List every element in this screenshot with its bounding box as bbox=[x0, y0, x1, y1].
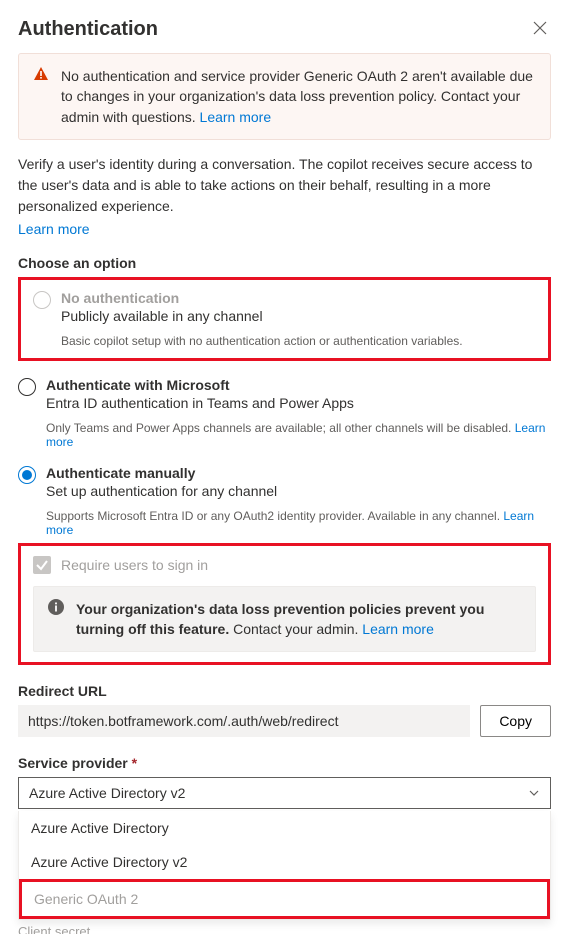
checkmark-icon bbox=[35, 558, 49, 572]
option-title: No authentication bbox=[61, 290, 536, 306]
service-provider-label: Service provider * bbox=[18, 755, 551, 771]
option-no-authentication[interactable]: No authentication Publicly available in … bbox=[33, 290, 536, 348]
option-no-authentication-highlight: No authentication Publicly available in … bbox=[18, 277, 551, 361]
info-learn-more-link[interactable]: Learn more bbox=[362, 621, 434, 637]
warning-icon bbox=[33, 66, 49, 127]
radio-authenticate-manually[interactable] bbox=[18, 466, 36, 484]
description-text: Verify a user's identity during a conver… bbox=[18, 156, 532, 214]
close-icon bbox=[533, 21, 547, 35]
option-authenticate-microsoft[interactable]: Authenticate with Microsoft Entra ID aut… bbox=[18, 377, 551, 449]
page-title: Authentication bbox=[18, 18, 158, 41]
alert-text: No authentication and service provider G… bbox=[61, 68, 533, 125]
info-rest-text: Contact your admin. bbox=[229, 621, 362, 637]
option-note: Only Teams and Power Apps channels are a… bbox=[46, 421, 515, 435]
copy-button[interactable]: Copy bbox=[480, 705, 551, 737]
dlp-warning-alert: No authentication and service provider G… bbox=[18, 53, 551, 140]
option-note: Basic copilot setup with no authenticati… bbox=[61, 334, 536, 348]
dlp-info-box: Your organization's data loss prevention… bbox=[33, 586, 536, 653]
option-subtitle: Set up authentication for any channel bbox=[46, 483, 551, 499]
description-learn-more-link[interactable]: Learn more bbox=[18, 221, 90, 237]
require-signin-highlight: Require users to sign in Your organizati… bbox=[18, 543, 551, 666]
redirect-url-input[interactable] bbox=[18, 705, 470, 737]
redirect-url-label: Redirect URL bbox=[18, 683, 551, 699]
option-note: Supports Microsoft Entra ID or any OAuth… bbox=[46, 509, 503, 523]
option-authenticate-manually[interactable]: Authenticate manually Set up authenticat… bbox=[18, 465, 551, 537]
option-subtitle: Publicly available in any channel bbox=[61, 308, 536, 324]
service-provider-select[interactable]: Azure Active Directory v2 bbox=[18, 777, 551, 809]
dropdown-item-aadv2[interactable]: Azure Active Directory v2 bbox=[19, 845, 550, 879]
service-provider-dropdown: Azure Active Directory Azure Active Dire… bbox=[18, 811, 551, 920]
alert-learn-more-link[interactable]: Learn more bbox=[200, 109, 272, 125]
close-button[interactable] bbox=[533, 21, 551, 39]
require-signin-checkbox[interactable] bbox=[33, 556, 51, 574]
select-value: Azure Active Directory v2 bbox=[29, 785, 185, 801]
radio-no-authentication[interactable] bbox=[33, 291, 51, 309]
info-icon bbox=[48, 599, 64, 640]
option-title: Authenticate manually bbox=[46, 465, 551, 481]
required-asterisk: * bbox=[132, 755, 137, 771]
choose-option-label: Choose an option bbox=[18, 255, 551, 271]
dropdown-item-generic-oauth[interactable]: Generic OAuth 2 bbox=[19, 879, 550, 919]
chevron-down-icon bbox=[528, 787, 540, 799]
option-subtitle: Entra ID authentication in Teams and Pow… bbox=[46, 395, 551, 411]
dropdown-item-aad[interactable]: Azure Active Directory bbox=[19, 811, 550, 845]
radio-authenticate-microsoft[interactable] bbox=[18, 378, 36, 396]
option-title: Authenticate with Microsoft bbox=[46, 377, 551, 393]
client-secret-label: Client secret bbox=[18, 924, 551, 934]
require-signin-label: Require users to sign in bbox=[61, 557, 208, 573]
